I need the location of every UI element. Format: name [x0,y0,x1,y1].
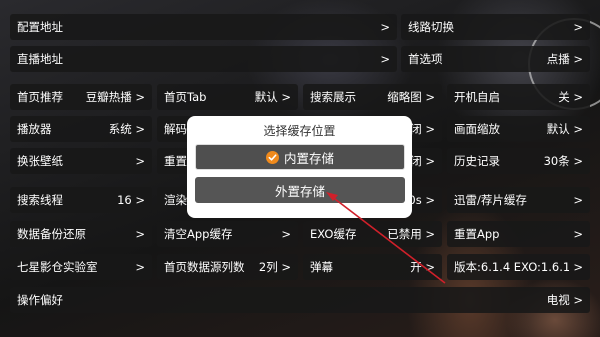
setting-value: 点播 > [546,52,583,66]
external-storage-option[interactable]: 外置存储 [195,177,405,203]
setting-label: 换张壁纸 [17,154,63,168]
setting-label: 七星影仓实验室 [17,260,98,274]
setting-value: > [573,227,583,241]
setting-value: > [380,20,390,34]
setting-label: 首页推荐 [17,90,63,104]
setting-label: 开机自启 [454,90,500,104]
setting-value: 2列 > [258,260,291,274]
setting-value: 开 > [410,260,435,274]
setting-value: 闭 > [410,154,435,168]
setting-lab[interactable]: 七星影仓实验室 > [10,254,152,280]
setting-player[interactable]: 播放器 系统 > [10,116,152,142]
setting-label: 首选项 [408,52,443,66]
setting-label: EXO缓存 [310,227,357,241]
setting-label: 迅雷/荐片缓存 [454,193,527,207]
setting-label: 配置地址 [17,20,63,34]
setting-value: > [135,227,145,241]
setting-value: > [281,227,291,241]
setting-label: 画面缩放 [454,122,500,136]
setting-label: 操作偏好 [17,293,63,307]
setting-clear-app-cache[interactable]: 清空App缓存 > [157,221,298,247]
setting-label: 弹幕 [310,260,333,274]
setting-label: 渲染 [164,193,187,207]
check-circle-icon [265,150,279,164]
setting-value: 0s > [408,193,435,207]
setting-screen-scale[interactable]: 画面缩放 默认 > [447,116,590,142]
setting-danmaku[interactable]: 弹幕 开 > [303,254,442,280]
setting-operation-preference[interactable]: 操作偏好 电视 > [10,287,590,313]
setting-home-columns[interactable]: 首页数据源列数 2列 > [157,254,298,280]
setting-version[interactable]: 版本:6.1.4 EXO:1.6.1 > [447,254,590,280]
external-storage-label: 外置存储 [274,183,325,199]
setting-label: 首页数据源列数 [164,260,245,274]
setting-value: > [573,260,583,274]
setting-value: 系统 > [108,122,145,136]
setting-label: 搜索线程 [17,193,63,207]
setting-exo-cache[interactable]: EXO缓存 已禁用 > [303,221,442,247]
setting-label: 解码 [164,122,187,136]
setting-preference[interactable]: 首选项 点播 > [401,46,590,72]
setting-label: 版本:6.1.4 EXO:1.6.1 [454,260,570,274]
setting-label: 重置 [164,154,187,168]
setting-autostart[interactable]: 开机自启 关 > [447,84,590,110]
setting-label: 清空App缓存 [164,227,233,241]
setting-value: > [573,193,583,207]
setting-value: > [380,52,390,66]
setting-live-address[interactable]: 直播地址 > [10,46,397,72]
setting-label: 播放器 [17,122,52,136]
setting-label: 数据备份还原 [17,227,86,241]
setting-label: 历史记录 [454,154,500,168]
setting-value: 电视 > [546,293,583,307]
setting-value: 默认 > [546,122,583,136]
setting-value: > [135,154,145,168]
setting-label: 搜索展示 [310,90,356,104]
setting-history[interactable]: 历史记录 30条 > [447,148,590,174]
setting-value: > [573,20,583,34]
setting-backup-restore[interactable]: 数据备份还原 > [10,221,152,247]
setting-search-threads[interactable]: 搜索线程 16 > [10,187,152,213]
setting-value: 默认 > [254,90,291,104]
setting-thunder-cache[interactable]: 迅雷/荐片缓存 > [447,187,590,213]
setting-value: 关 > [558,90,583,104]
setting-change-wallpaper[interactable]: 换张壁纸 > [10,148,152,174]
setting-value: 缩略图 > [387,90,435,104]
setting-line-switch[interactable]: 线路切换 > [401,14,590,40]
setting-label: 首页Tab [164,90,207,104]
setting-label: 线路切换 [408,20,454,34]
internal-storage-label: 内置存储 [283,150,334,166]
setting-home-tab[interactable]: 首页Tab 默认 > [157,84,298,110]
setting-config-address[interactable]: 配置地址 > [10,14,397,40]
setting-label: 重置App [454,227,500,241]
internal-storage-option[interactable]: 内置存储 [195,144,405,170]
setting-home-recommend[interactable]: 首页推荐 豆瓣热播 > [10,84,152,110]
setting-reset-app[interactable]: 重置App > [447,221,590,247]
setting-value: 16 > [117,193,145,207]
setting-search-display[interactable]: 搜索展示 缩略图 > [303,84,442,110]
cache-location-dialog: 选择缓存位置 内置存储 外置存储 [187,116,412,218]
setting-value: 已禁用 > [387,227,435,241]
setting-value: > [135,260,145,274]
dialog-title: 选择缓存位置 [263,124,336,138]
setting-label: 直播地址 [17,52,63,66]
setting-value: 30条 > [543,154,583,168]
setting-value: 闭 > [410,122,435,136]
setting-value: 豆瓣热播 > [85,90,145,104]
